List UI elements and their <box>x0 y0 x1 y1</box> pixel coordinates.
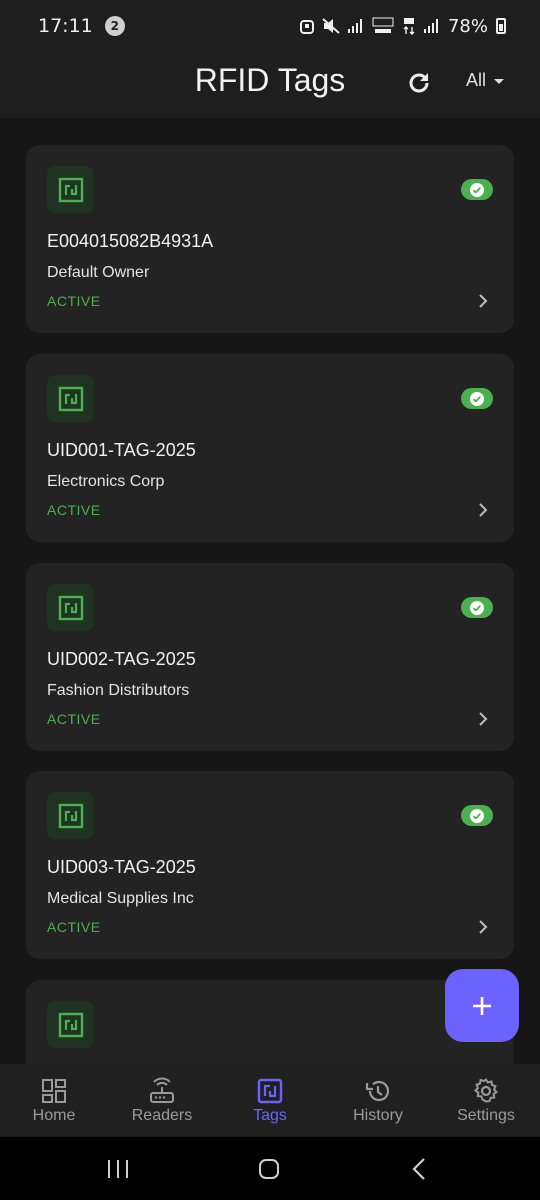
nav-label: Home <box>32 1106 76 1124</box>
nfc-icon <box>47 792 94 839</box>
gear-icon <box>473 1077 499 1103</box>
tag-id: UID003-TAG-2025 <box>47 857 196 877</box>
nav-tags[interactable]: Tags <box>216 1064 324 1137</box>
add-tag-button[interactable] <box>445 969 519 1042</box>
tag-owner: Default Owner <box>47 264 150 281</box>
verified-check-icon <box>461 179 493 200</box>
status-left: 17:11 2 <box>38 15 125 37</box>
tag-card[interactable]: UID002-TAG-2025 Fashion Distributors ACT… <box>26 563 514 751</box>
back-icon[interactable] <box>410 1157 430 1181</box>
verified-check-icon <box>461 388 493 409</box>
verified-check-icon <box>461 597 493 618</box>
caret-down-icon <box>494 79 505 84</box>
chevron-right-icon <box>479 920 488 934</box>
nav-label: Tags <box>253 1106 287 1124</box>
tag-card-partial[interactable] <box>26 980 514 1064</box>
tag-owner: Fashion Distributors <box>47 682 190 699</box>
battery-level: 78% <box>447 15 488 37</box>
volte-icon <box>372 17 394 33</box>
system-nav-bar <box>0 1137 540 1200</box>
home-button-icon[interactable] <box>257 1157 281 1181</box>
plus-icon <box>473 996 491 1015</box>
clock: 17:11 <box>38 15 93 37</box>
tag-owner: Electronics Corp <box>47 473 165 490</box>
tag-status: ACTIVE <box>47 919 101 935</box>
status-bar: 17:11 2 78% <box>0 0 540 52</box>
nfc-icon <box>47 375 94 422</box>
tag-card[interactable]: E004015082B4931A Default Owner ACTIVE <box>26 145 514 333</box>
refresh-icon[interactable] <box>404 68 434 98</box>
filter-label: All <box>466 70 487 90</box>
notification-count-badge: 2 <box>104 16 125 36</box>
tag-owner: Medical Supplies Inc <box>47 890 194 907</box>
nav-home[interactable]: Home <box>0 1064 108 1137</box>
tag-status: ACTIVE <box>47 293 101 309</box>
nfc-icon <box>47 1001 94 1048</box>
signal-icon <box>347 19 362 33</box>
nav-history[interactable]: History <box>324 1064 432 1137</box>
nav-label: Settings <box>457 1106 515 1124</box>
app-bar: RFID Tags All <box>0 52 540 118</box>
signal-icon-2 <box>423 19 438 33</box>
chevron-right-icon <box>479 712 488 726</box>
nfc-icon <box>47 166 94 213</box>
nav-readers[interactable]: Readers <box>108 1064 216 1137</box>
tag-list[interactable]: E004015082B4931A Default Owner ACTIVE UI… <box>0 118 540 1064</box>
page-title: RFID Tags <box>194 62 346 98</box>
nav-label: Readers <box>131 1106 193 1124</box>
dashboard-icon <box>42 1078 66 1103</box>
battery-icon <box>496 18 506 34</box>
tag-status: ACTIVE <box>47 711 101 727</box>
mute-icon <box>322 18 340 34</box>
tag-card[interactable]: UID001-TAG-2025 Electronics Corp ACTIVE <box>26 354 514 542</box>
filter-dropdown[interactable]: All <box>466 70 505 91</box>
nav-label: History <box>353 1106 403 1124</box>
network-4g-icon <box>403 18 415 35</box>
nfc-icon <box>47 584 94 631</box>
tag-status: ACTIVE <box>47 502 101 518</box>
nav-settings[interactable]: Settings <box>432 1064 540 1137</box>
router-icon <box>150 1077 174 1103</box>
tag-id: UID001-TAG-2025 <box>47 440 196 460</box>
alarm-icon <box>299 20 314 34</box>
verified-check-icon <box>461 805 493 826</box>
chevron-right-icon <box>479 503 488 517</box>
history-icon <box>365 1080 390 1101</box>
tag-id: E004015082B4931A <box>47 231 214 251</box>
tag-id: UID002-TAG-2025 <box>47 649 196 669</box>
bottom-nav: Home Readers Tags History Settings <box>0 1064 540 1137</box>
nfc-icon <box>257 1078 283 1103</box>
tag-card[interactable]: UID003-TAG-2025 Medical Supplies Inc ACT… <box>26 771 514 959</box>
chevron-right-icon <box>479 294 488 308</box>
status-right: 78% <box>299 15 506 37</box>
recent-apps-icon[interactable] <box>106 1157 130 1181</box>
